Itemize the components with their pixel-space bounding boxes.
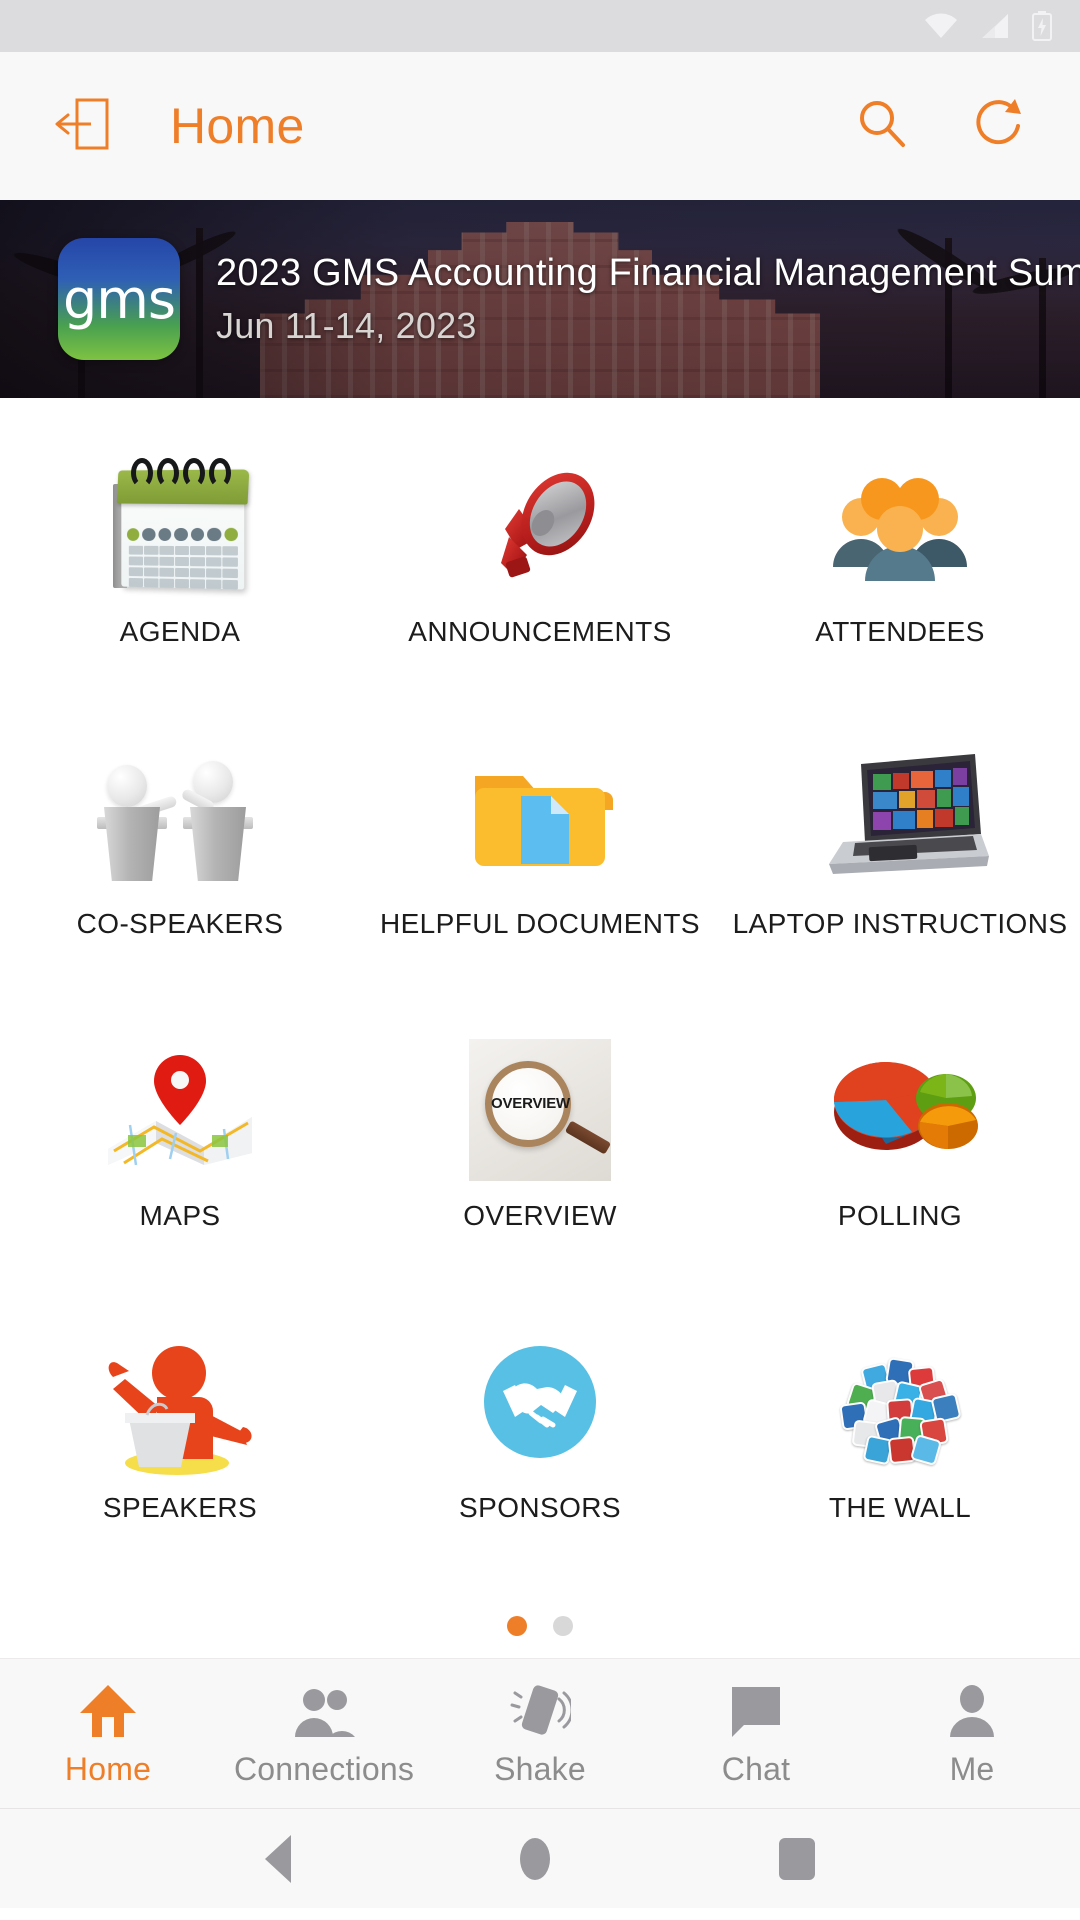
folder-document-icon <box>360 734 720 902</box>
tile-label: OVERVIEW <box>463 1200 617 1231</box>
nav-item-connections[interactable]: Connections <box>216 1679 432 1788</box>
android-navigation-bar <box>0 1808 1080 1908</box>
tile-speakers[interactable]: SPEAKERS <box>0 1308 360 1600</box>
social-media-pile-icon <box>720 1318 1080 1486</box>
people-group-icon <box>720 442 1080 610</box>
tile-helpful-documents[interactable]: HELPFUL DOCUMENTS <box>360 724 720 1016</box>
cellular-signal-icon <box>980 13 1010 39</box>
battery-charging-icon <box>1032 11 1052 41</box>
nav-label: Me <box>949 1751 995 1787</box>
bottom-navigation: Home Connections Shake Chat Me <box>0 1658 1080 1808</box>
nav-label: Home <box>64 1751 152 1787</box>
tile-the-wall[interactable]: THE WALL <box>720 1308 1080 1600</box>
nav-item-home[interactable]: Home <box>0 1679 216 1788</box>
calendar-icon <box>0 442 360 610</box>
magnifying-glass-overview-icon: OVERVIEW <box>360 1026 720 1194</box>
page-dot-2[interactable] <box>553 1616 573 1636</box>
event-date: Jun 11-14, 2023 <box>216 304 477 346</box>
tile-announcements[interactable]: ANNOUNCEMENTS <box>360 432 720 724</box>
tile-label: MAPS <box>139 1200 221 1231</box>
megaphone-icon <box>360 442 720 610</box>
nav-label: Chat <box>721 1751 791 1787</box>
tile-maps[interactable]: MAPS <box>0 1016 360 1308</box>
tile-sponsors[interactable]: SPONSORS <box>360 1308 720 1600</box>
page-title: Home <box>170 98 305 154</box>
chat-bubble-icon <box>728 1679 784 1739</box>
back-triangle-icon[interactable] <box>264 1834 291 1883</box>
tile-overview[interactable]: OVERVIEW OVERVIEW <box>360 1016 720 1308</box>
refresh-button[interactable] <box>956 84 1040 168</box>
nav-item-me[interactable]: Me <box>864 1679 1080 1788</box>
speaker-podium-icon <box>0 1318 360 1486</box>
nav-label: Connections <box>233 1751 415 1787</box>
recents-square-icon[interactable] <box>779 1837 816 1880</box>
search-icon <box>853 95 911 158</box>
tile-label: SPEAKERS <box>102 1492 258 1523</box>
tile-label: ANNOUNCEMENTS <box>408 616 672 647</box>
tile-label: SPONSORS <box>459 1492 621 1523</box>
person-icon <box>947 1679 997 1739</box>
nav-label: Shake <box>494 1751 586 1787</box>
wifi-icon <box>924 13 958 39</box>
shake-phone-icon <box>509 1679 571 1739</box>
tile-label: AGENDA <box>119 616 241 647</box>
nav-item-chat[interactable]: Chat <box>648 1679 864 1788</box>
tile-label: THE WALL <box>828 1492 972 1523</box>
exit-button[interactable] <box>44 87 122 165</box>
status-bar <box>0 0 1080 52</box>
module-grid: AGENDA ANNOUNCEMENTS ATTENDEES CO-SPEAKE… <box>0 398 1080 1600</box>
overview-lens-text: OVERVIEW <box>491 1095 570 1112</box>
nav-item-shake[interactable]: Shake <box>432 1679 648 1788</box>
app-bar: Home <box>0 52 1080 200</box>
tile-label: HELPFUL DOCUMENTS <box>379 908 701 939</box>
handshake-icon <box>360 1318 720 1486</box>
refresh-icon <box>969 95 1027 158</box>
tile-polling[interactable]: POLLING <box>720 1016 1080 1308</box>
tile-label: LAPTOP INSTRUCTIONS <box>732 908 1068 939</box>
tile-label: ATTENDEES <box>815 616 985 647</box>
event-title: 2023 GMS Accounting Financial Management… <box>216 251 1080 294</box>
search-button[interactable] <box>840 84 924 168</box>
tile-attendees[interactable]: ATTENDEES <box>720 432 1080 724</box>
tile-label: CO-SPEAKERS <box>76 908 284 939</box>
pie-chart-icon <box>720 1026 1080 1194</box>
home-icon <box>78 1679 138 1739</box>
two-speakers-podium-icon <box>0 734 360 902</box>
gms-event-logo: gms <box>58 238 180 360</box>
page-dot-1[interactable] <box>507 1616 527 1636</box>
page-indicator <box>0 1600 1080 1658</box>
tile-label: POLLING <box>837 1200 963 1231</box>
map-pin-icon <box>0 1026 360 1194</box>
tile-co-speakers[interactable]: CO-SPEAKERS <box>0 724 360 1016</box>
event-banner[interactable]: gms 2023 GMS Accounting Financial Manage… <box>0 200 1080 398</box>
laptop-icon <box>720 734 1080 902</box>
tile-agenda[interactable]: AGENDA <box>0 432 360 724</box>
gms-logo-text: gms <box>62 267 176 331</box>
tile-laptop-instructions[interactable]: LAPTOP INSTRUCTIONS <box>720 724 1080 1016</box>
people-icon <box>293 1679 355 1739</box>
exit-logout-icon <box>51 92 115 161</box>
home-circle-icon[interactable] <box>519 1837 550 1880</box>
